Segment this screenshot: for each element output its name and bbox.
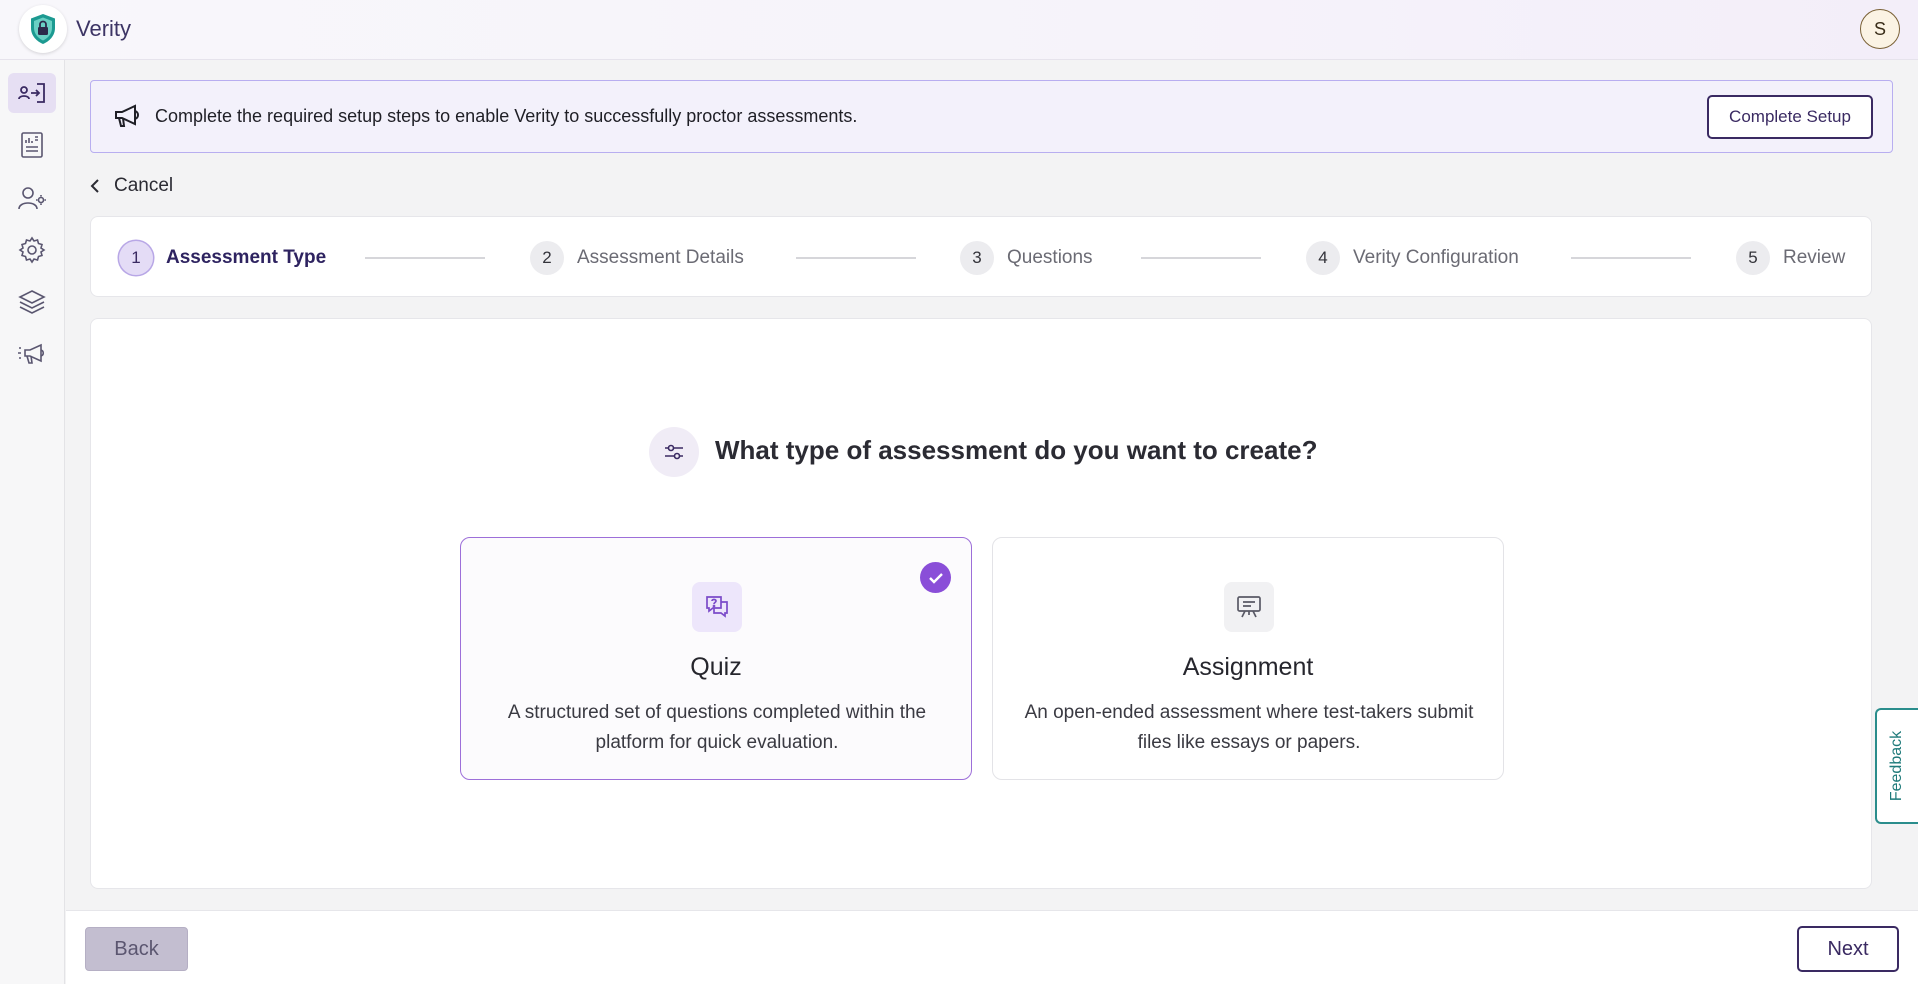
option-title: Quiz (690, 653, 742, 681)
user-settings-icon (18, 187, 46, 210)
user-switch-icon (18, 83, 45, 103)
step-label: Assessment Details (577, 247, 744, 268)
footer-bar: Back Next (66, 910, 1918, 984)
page-question: What type of assessment do you want to c… (715, 435, 1318, 465)
setup-banner: Complete the required setup steps to ena… (90, 80, 1893, 153)
step-number: 1 (119, 241, 153, 275)
sliders-icon (649, 427, 699, 477)
option-title: Assignment (1182, 653, 1314, 681)
step-number: 5 (1736, 241, 1770, 275)
step-number: 3 (960, 241, 994, 275)
quiz-option-card[interactable]: Quiz A structured set of questions compl… (460, 537, 972, 780)
next-button[interactable]: Next (1797, 926, 1899, 972)
assignment-option-card[interactable]: Assignment An open-ended assessment wher… (992, 537, 1504, 780)
presentation-board-icon (1224, 582, 1274, 632)
report-icon (21, 132, 43, 158)
step-label: Assessment Type (166, 247, 327, 268)
app-title: Verity (76, 16, 132, 41)
step-label: Questions (1007, 247, 1093, 268)
complete-setup-button[interactable]: Complete Setup (1707, 95, 1873, 139)
step-verity-configuration[interactable]: 4 Verity Configuration (1306, 241, 1519, 275)
verity-logo-icon[interactable] (19, 5, 67, 53)
layers-icon (18, 290, 46, 314)
sidebar-item-users[interactable] (8, 178, 56, 218)
sidebar-item-layers[interactable] (8, 282, 56, 322)
step-label: Verity Configuration (1353, 247, 1519, 268)
step-questions[interactable]: 3 Questions (960, 241, 1093, 275)
option-description: An open-ended assessment where test-take… (1024, 702, 1474, 753)
feedback-label: Feedback (1888, 730, 1906, 802)
step-review[interactable]: 5 Review (1736, 241, 1845, 275)
option-description: A structured set of questions completed … (507, 702, 927, 753)
step-assessment-type[interactable]: 1 Assessment Type (119, 241, 326, 275)
step-label: Review (1783, 247, 1846, 268)
step-connector (1141, 257, 1261, 259)
sidebar-item-reports[interactable] (8, 125, 56, 165)
step-connector (365, 257, 485, 259)
cancel-link[interactable]: Cancel (90, 172, 173, 200)
sidebar-item-announcements[interactable] (8, 334, 56, 374)
banner-message: Complete the required setup steps to ena… (155, 106, 858, 126)
step-assessment-details[interactable]: 2 Assessment Details (530, 241, 744, 275)
step-number: 2 (530, 241, 564, 275)
sidebar-item-settings[interactable] (8, 230, 56, 270)
avatar[interactable]: S (1860, 9, 1900, 49)
check-icon (920, 562, 951, 593)
sidebar-item-assessments[interactable] (8, 73, 56, 113)
back-button[interactable]: Back (85, 927, 188, 971)
gear-icon (18, 236, 46, 264)
assessment-type-panel: What type of assessment do you want to c… (90, 318, 1872, 889)
cancel-label: Cancel (114, 175, 174, 196)
stepper: 1 Assessment Type 2 Assessment Details 3… (90, 216, 1872, 297)
top-bar: Verity S (0, 0, 1918, 60)
step-connector (796, 257, 916, 259)
feedback-tab[interactable]: Feedback (1875, 708, 1918, 824)
megaphone-icon (18, 343, 45, 364)
megaphone-icon (113, 103, 141, 134)
chat-question-icon (692, 582, 742, 632)
sidebar (0, 60, 65, 984)
step-connector (1571, 257, 1691, 259)
step-number: 4 (1306, 241, 1340, 275)
chevron-left-icon (90, 179, 99, 193)
